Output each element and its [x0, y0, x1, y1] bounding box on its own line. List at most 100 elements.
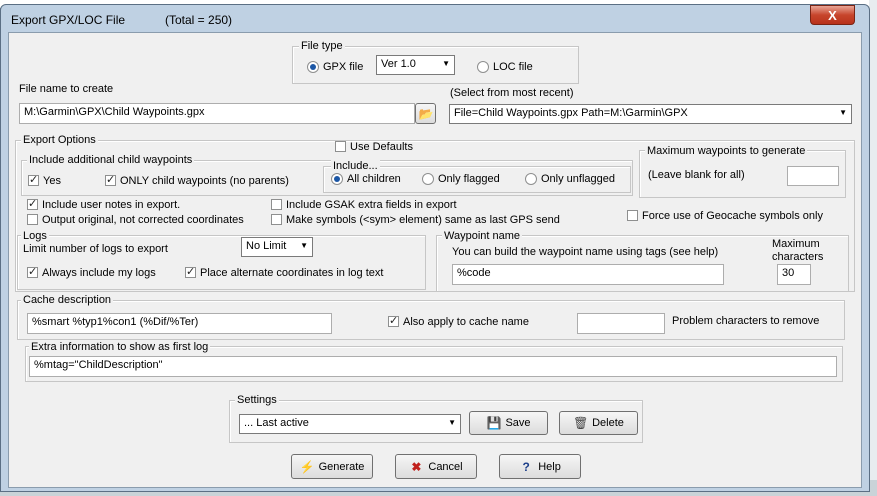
- loc-file-label: LOC file: [493, 61, 533, 73]
- waypoint-name-input[interactable]: %code: [452, 264, 724, 285]
- trash-icon: 🗑: [573, 416, 589, 430]
- only-flagged-label: Only flagged: [438, 173, 500, 185]
- background-app-edge: [869, 0, 877, 496]
- loc-file-radio[interactable]: LOC file: [477, 61, 533, 73]
- limit-logs-select[interactable]: No Limit ▼: [241, 237, 313, 257]
- save-settings-label: Save: [505, 417, 531, 429]
- chevron-down-icon: ▼: [442, 59, 450, 68]
- also-apply-label: Also apply to cache name: [403, 316, 529, 328]
- checkbox-checked-icon: [28, 173, 39, 186]
- always-include-logs-label: Always include my logs: [42, 267, 156, 279]
- checkbox-checked-icon: [27, 265, 38, 278]
- output-original-checkbox[interactable]: Output original, not corrected coordinat…: [27, 214, 244, 226]
- gpx-version-value: Ver 1.0: [381, 58, 416, 70]
- radio-unselected-icon: [422, 173, 434, 185]
- help-question-icon: ?: [522, 459, 530, 474]
- checkbox-checked-icon: [185, 265, 196, 278]
- settings-value: ... Last active: [244, 417, 309, 429]
- checkbox-unchecked-icon: [27, 214, 38, 225]
- checkbox-checked-icon: [27, 197, 38, 210]
- cancel-button[interactable]: ✖ Cancel: [395, 454, 477, 479]
- settings-select[interactable]: ... Last active ▼: [239, 414, 461, 434]
- radio-selected-icon: [331, 173, 343, 185]
- only-flagged-radio[interactable]: Only flagged: [422, 173, 500, 185]
- output-original-label: Output original, not corrected coordinat…: [42, 214, 244, 226]
- checkbox-unchecked-icon: [335, 141, 346, 152]
- save-settings-button[interactable]: 💾 Save: [469, 411, 548, 435]
- force-geocache-checkbox[interactable]: Force use of Geocache symbols only: [627, 210, 823, 222]
- max-characters-label-line1: Maximum: [772, 238, 820, 250]
- close-button[interactable]: X: [810, 5, 855, 25]
- use-defaults-checkbox[interactable]: Use Defaults: [335, 141, 413, 153]
- cancel-x-icon: ✖: [411, 459, 422, 474]
- max-waypoints-input[interactable]: [787, 166, 839, 186]
- extra-info-group-label: Extra information to show as first log: [29, 341, 211, 353]
- radio-unselected-icon: [525, 173, 537, 185]
- all-children-radio[interactable]: All children: [331, 173, 401, 185]
- max-characters-input[interactable]: 30: [777, 264, 811, 285]
- child-yes-label: Yes: [43, 175, 61, 187]
- only-child-checkbox[interactable]: ONLY child waypoints (no parents): [105, 173, 289, 187]
- gpx-file-radio[interactable]: GPX file: [307, 61, 363, 73]
- force-geocache-label: Force use of Geocache symbols only: [642, 210, 823, 222]
- child-waypoints-group-label: Include additional child waypoints: [27, 154, 195, 166]
- checkbox-unchecked-icon: [271, 199, 282, 210]
- window-total-count: (Total = 250): [165, 13, 233, 27]
- delete-settings-label: Delete: [592, 417, 624, 429]
- place-alternate-checkbox[interactable]: Place alternate coordinates in log text: [185, 265, 384, 279]
- browse-folder-button[interactable]: 📂: [415, 103, 436, 124]
- checkbox-checked-icon: [388, 314, 399, 327]
- help-button[interactable]: ? Help: [499, 454, 581, 479]
- checkbox-checked-icon: [105, 173, 116, 186]
- gsak-extra-label: Include GSAK extra fields in export: [286, 199, 457, 211]
- extra-info-input[interactable]: %mtag="ChildDescription": [29, 356, 837, 377]
- always-include-logs-checkbox[interactable]: Always include my logs: [27, 265, 156, 279]
- max-waypoints-hint: (Leave blank for all): [648, 169, 745, 181]
- max-characters-label-line2: characters: [772, 251, 824, 263]
- problem-characters-label: Problem characters to remove: [672, 315, 820, 327]
- also-apply-checkbox[interactable]: Also apply to cache name: [388, 314, 529, 328]
- gpx-file-label: GPX file: [323, 61, 364, 73]
- file-type-group-label: File type: [299, 40, 345, 52]
- export-options-group-label: Export Options: [21, 134, 98, 146]
- radio-selected-icon: [307, 61, 319, 73]
- file-name-label: File name to create: [19, 83, 114, 95]
- make-symbols-label: Make symbols (<sym> element) same as las…: [286, 214, 560, 226]
- include-children-group-label: Include...: [331, 160, 380, 172]
- recent-files-select[interactable]: File=Child Waypoints.gpx Path=M:\Garmin\…: [449, 104, 852, 124]
- cache-description-group-label: Cache description: [21, 294, 114, 306]
- gsak-extra-checkbox[interactable]: Include GSAK extra fields in export: [271, 199, 457, 211]
- chevron-down-icon: ▼: [300, 241, 308, 250]
- generate-label: Generate: [318, 460, 365, 473]
- settings-group-label: Settings: [235, 394, 279, 406]
- recent-files-value: File=Child Waypoints.gpx Path=M:\Garmin\…: [454, 107, 688, 119]
- file-name-input[interactable]: M:\Garmin\GPX\Child Waypoints.gpx: [19, 103, 415, 124]
- limit-logs-value: No Limit: [246, 240, 287, 252]
- gpx-version-select[interactable]: Ver 1.0 ▼: [376, 55, 455, 75]
- radio-unselected-icon: [477, 61, 489, 73]
- generate-button[interactable]: ⚡ Generate: [291, 454, 373, 479]
- place-alternate-label: Place alternate coordinates in log text: [200, 267, 384, 279]
- only-unflagged-radio[interactable]: Only unflagged: [525, 173, 615, 185]
- checkbox-unchecked-icon: [627, 210, 638, 221]
- save-disk-icon: 💾: [486, 416, 502, 430]
- make-symbols-checkbox[interactable]: Make symbols (<sym> element) same as las…: [271, 214, 560, 226]
- delete-settings-button[interactable]: 🗑 Delete: [559, 411, 638, 435]
- lightning-icon: ⚡: [299, 459, 315, 474]
- only-child-label: ONLY child waypoints (no parents): [120, 175, 289, 187]
- waypoint-name-hint: You can build the waypoint name using ta…: [452, 246, 719, 258]
- help-label: Help: [538, 460, 561, 473]
- child-yes-checkbox[interactable]: Yes: [28, 173, 61, 187]
- folder-open-icon: 📂: [418, 106, 434, 121]
- user-notes-label: Include user notes in export.: [42, 199, 181, 211]
- cache-description-input[interactable]: %smart %typ1%con1 (%Dif/%Ter): [27, 313, 332, 334]
- checkbox-unchecked-icon: [271, 214, 282, 225]
- only-unflagged-label: Only unflagged: [541, 173, 615, 185]
- use-defaults-label: Use Defaults: [350, 141, 413, 153]
- all-children-label: All children: [347, 173, 401, 185]
- problem-characters-input[interactable]: [577, 313, 665, 334]
- chevron-down-icon: ▼: [448, 418, 456, 427]
- limit-logs-label: Limit number of logs to export: [23, 243, 168, 255]
- max-waypoints-group-label: Maximum waypoints to generate: [645, 145, 808, 157]
- user-notes-checkbox[interactable]: Include user notes in export.: [27, 197, 181, 211]
